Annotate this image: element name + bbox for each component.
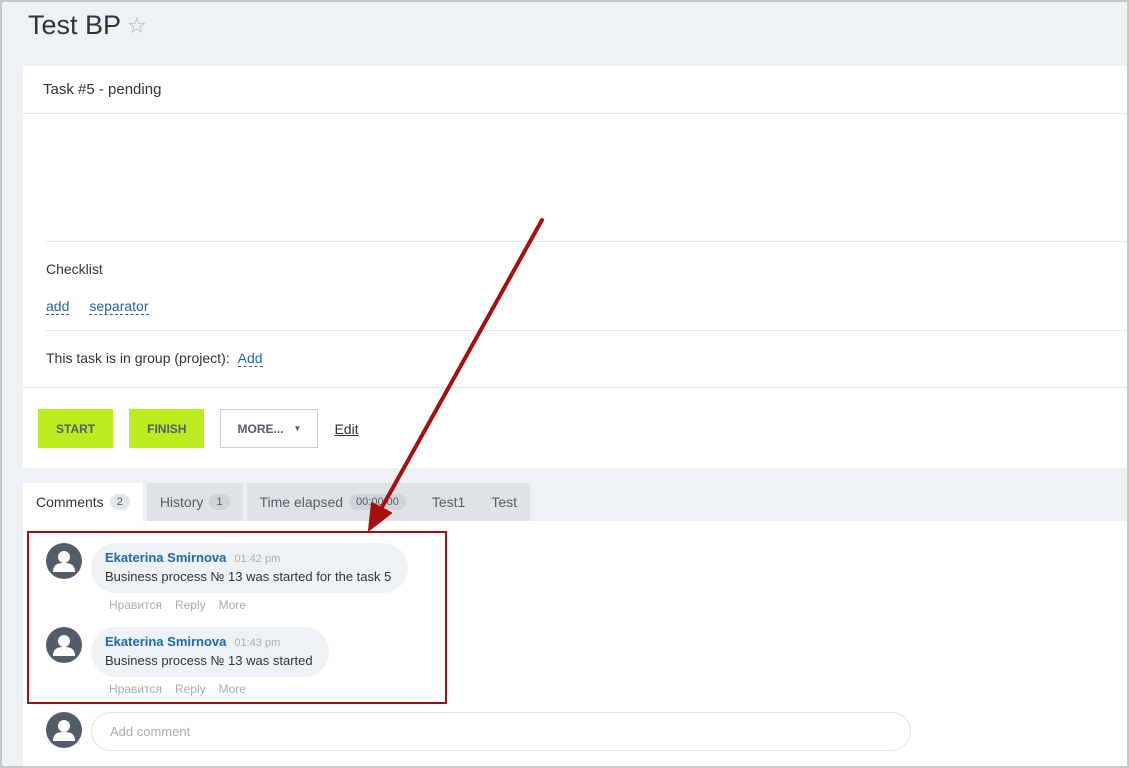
more-link[interactable]: More [219, 598, 246, 612]
tab-time-elapsed[interactable]: Time elapsed 00:00:00 [246, 483, 419, 521]
comment-text: Business process № 13 was started [105, 653, 313, 668]
avatar [46, 712, 82, 748]
comment-actions: Нравится Reply More [109, 598, 246, 612]
page-title: Test BP ☆ [28, 10, 147, 41]
like-link[interactable]: Нравится [109, 598, 162, 612]
avatar[interactable] [46, 627, 82, 663]
group-label: This task is in group (project): [46, 350, 230, 366]
comment-author[interactable]: Ekaterina Smirnova [105, 634, 226, 649]
group-add-link[interactable]: Add [237, 350, 263, 367]
edit-link[interactable]: Edit [334, 421, 358, 437]
checklist-actions: add separator [46, 298, 149, 315]
comment-time: 01:42 pm [234, 553, 281, 565]
task-action-buttons: START FINISH MORE... ▼ Edit [38, 409, 359, 448]
reply-link[interactable]: Reply [175, 598, 206, 612]
more-button-label: MORE... [237, 421, 284, 436]
comment-bubble: Ekaterina Smirnova 01:43 pm Business pro… [91, 627, 329, 677]
caret-down-icon: ▼ [293, 424, 302, 433]
star-icon[interactable]: ☆ [127, 13, 147, 39]
task-description-area [46, 114, 1129, 242]
tab-label: History [159, 494, 204, 510]
user-icon [53, 720, 75, 741]
comment-actions: Нравится Reply More [109, 682, 246, 696]
reply-link[interactable]: Reply [175, 682, 206, 696]
tab-test1[interactable]: Test1 [418, 483, 479, 521]
comment-time: 01:43 pm [234, 637, 281, 649]
tab-label: Test [491, 494, 518, 510]
page-title-text: Test BP [28, 10, 122, 40]
comment-header: Ekaterina Smirnova 01:42 pm [105, 550, 393, 565]
task-card: Task #5 - pending Checklist add separato… [23, 66, 1129, 468]
user-icon [53, 635, 75, 656]
tab-test[interactable]: Test [478, 483, 531, 521]
finish-button[interactable]: FINISH [129, 409, 205, 448]
tab-counter: 1 [209, 494, 230, 510]
checklist-title: Checklist [46, 261, 103, 277]
comment-author[interactable]: Ekaterina Smirnova [105, 550, 226, 565]
like-link[interactable]: Нравится [109, 682, 162, 696]
user-icon [53, 551, 75, 572]
avatar[interactable] [46, 543, 82, 579]
comment-text: Business process № 13 was started for th… [105, 569, 392, 584]
task-header: Task #5 - pending [23, 66, 1129, 114]
tab-label: Test1 [431, 494, 466, 510]
start-button[interactable]: START [38, 409, 114, 448]
comments-area: Ekaterina Smirnova 01:42 pm Business pro… [23, 521, 1129, 768]
comment-header: Ekaterina Smirnova 01:43 pm [105, 634, 314, 649]
more-button[interactable]: MORE... ▼ [220, 409, 319, 448]
checklist-add-link[interactable]: add [46, 298, 70, 315]
divider [46, 330, 1129, 331]
divider [23, 387, 1129, 388]
tab-comments[interactable]: Comments 2 [23, 483, 143, 521]
tabs: Comments 2 History 1 Time elapsed 00:00:… [23, 483, 534, 521]
tab-history[interactable]: History 1 [146, 483, 243, 521]
comment-bubble: Ekaterina Smirnova 01:42 pm Business pro… [91, 543, 408, 593]
group-line: This task is in group (project): Add [46, 350, 263, 367]
tab-counter: 00:00:00 [349, 494, 406, 510]
tab-label: Comments [36, 494, 104, 510]
tab-label: Time elapsed [259, 494, 344, 510]
more-link[interactable]: More [219, 682, 246, 696]
tabs-bar: Comments 2 History 1 Time elapsed 00:00:… [23, 468, 1129, 521]
add-comment-input[interactable] [91, 712, 911, 751]
tab-counter: 2 [109, 494, 130, 510]
checklist-separator-link[interactable]: separator [89, 298, 149, 315]
